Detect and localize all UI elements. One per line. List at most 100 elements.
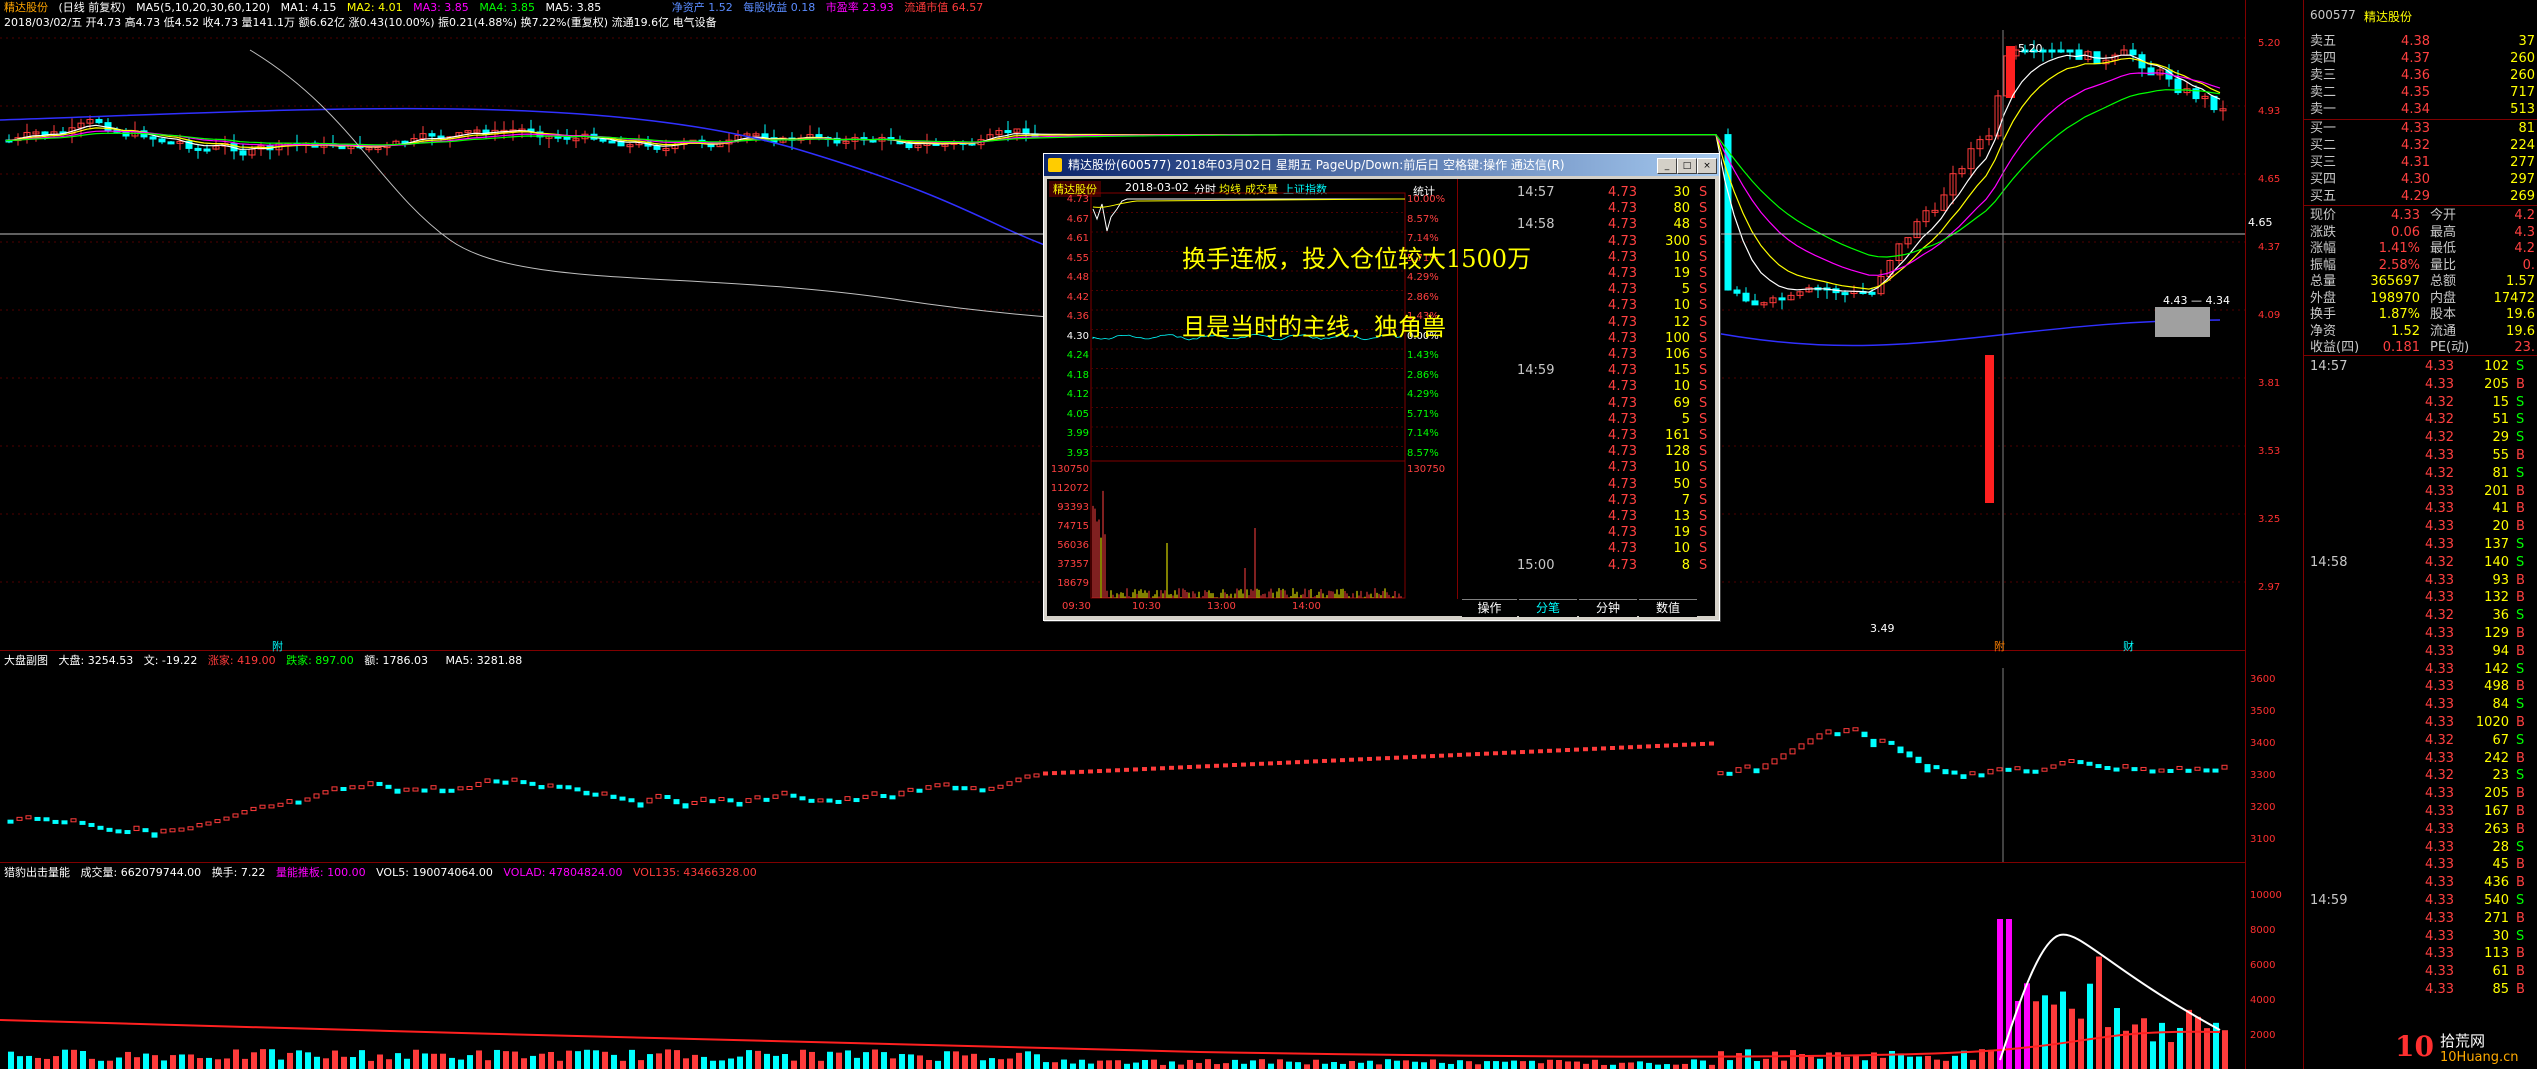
popup-tick-row: 4.73 19 S (1517, 525, 1707, 541)
tick-row[interactable]: 4.33 167 B (2304, 803, 2537, 820)
order-book-row[interactable]: 卖五 4.38 37 (2310, 33, 2535, 50)
popup-tab-minutes[interactable]: 分钟 (1579, 599, 1637, 617)
volume-chart[interactable] (0, 880, 2245, 1069)
tick-row[interactable]: 4.33 45 B (2304, 856, 2537, 873)
stock-name[interactable]: 精达股份 (4, 1, 48, 14)
tick-row[interactable]: 4.33 205 B (2304, 376, 2537, 393)
axis-tick: 3300 (2250, 770, 2276, 781)
order-book-row[interactable]: 卖四 4.37 260 (2310, 50, 2535, 67)
tick-row[interactable]: 4.33 41 B (2304, 500, 2537, 517)
tick-row[interactable]: 4.33 201 B (2304, 483, 2537, 500)
tick-row[interactable]: 4.33 242 B (2304, 750, 2537, 767)
tick-row[interactable]: 4.33 61 B (2304, 963, 2537, 980)
tick-side: B (2516, 910, 2525, 926)
close-icon[interactable]: × (1697, 158, 1717, 174)
order-book-row[interactable]: 卖一 4.34 513 (2310, 101, 2535, 118)
tick-price: 4.33 (2425, 750, 2454, 766)
tick-row[interactable]: 14:59 4.33 540 S (2304, 892, 2537, 909)
sub2-name[interactable]: 猎豹出击量能 (4, 866, 70, 879)
popup-tick-time: 15:00 (1517, 557, 1555, 573)
popup-vol-tick: 74715 (1057, 521, 1089, 532)
popup-tab-trades[interactable]: 分笔 (1519, 599, 1577, 617)
quote-label: 净资 (2310, 323, 2337, 339)
tick-row[interactable]: 4.33 1020 B (2304, 714, 2537, 731)
order-book-row[interactable]: 买一 4.33 81 (2310, 120, 2535, 137)
quote-value: 1.52 (2391, 323, 2420, 339)
popup-tab-operate[interactable]: 操作 (1462, 599, 1517, 617)
ob-price: 4.38 (2401, 34, 2430, 49)
tick-row[interactable]: 4.33 28 S (2304, 839, 2537, 856)
popup-tick-side: S (1699, 185, 1708, 200)
period-label[interactable]: (日线 前复权) (59, 1, 126, 14)
event-mark-1[interactable]: 附 (272, 638, 283, 654)
maximize-icon[interactable]: □ (1677, 158, 1697, 174)
tick-side: S (2516, 732, 2525, 748)
tick-row[interactable]: 4.32 51 S (2304, 411, 2537, 428)
tick-row[interactable]: 4.33 84 S (2304, 696, 2537, 713)
tick-row[interactable]: 4.33 85 B (2304, 981, 2537, 998)
order-book-row[interactable]: 买二 4.32 224 (2310, 137, 2535, 154)
popup-tick-vol: 10 (1673, 460, 1690, 476)
popup-tick-vol: 128 (1665, 444, 1690, 460)
quote-row: 净资 1.52 流通 19.6 (2310, 323, 2535, 340)
tick-volume: 15 (2492, 394, 2509, 410)
tick-volume: 129 (2484, 626, 2509, 641)
order-book-row[interactable]: 卖三 4.36 260 (2310, 67, 2535, 84)
minute-chart-window[interactable]: 精达股份(600577) 2018年03月02日 星期五 PageUp/Down… (1043, 153, 1720, 621)
window-titlebar[interactable]: 精达股份(600577) 2018年03月02日 星期五 PageUp/Down… (1044, 154, 1719, 176)
tick-side: B (2516, 821, 2525, 837)
order-book-row[interactable]: 买四 4.30 297 (2310, 171, 2535, 188)
popup-time-tick: 14:00 (1292, 601, 1321, 612)
tick-row[interactable]: 4.33 271 B (2304, 910, 2537, 927)
order-book-row[interactable]: 卖二 4.35 717 (2310, 84, 2535, 101)
tick-row[interactable]: 4.32 15 S (2304, 394, 2537, 411)
tick-row[interactable]: 4.33 205 B (2304, 785, 2537, 802)
sub1-index: 大盘: 3254.53 (58, 654, 134, 667)
quote-row: 收益(四) 0.181 PE(动) 23. (2310, 339, 2535, 356)
popup-tick-price: 4.73 (1608, 379, 1637, 395)
ob-label: 买一 (2310, 121, 2337, 136)
minimize-icon[interactable]: _ (1657, 158, 1677, 174)
tick-volume: 1020 (2475, 715, 2509, 730)
event-mark-2[interactable]: 附 (1994, 638, 2005, 654)
tick-row[interactable]: 4.33 498 B (2304, 678, 2537, 695)
tick-row[interactable]: 4.33 436 B (2304, 874, 2537, 891)
popup-tick-side: S (1699, 282, 1708, 298)
tick-row[interactable]: 4.33 20 B (2304, 518, 2537, 535)
axis-tick: 4.93 (2258, 106, 2281, 117)
popup-tab-values[interactable]: 数值 (1639, 599, 1697, 617)
tick-row[interactable]: 4.32 29 S (2304, 429, 2537, 446)
tick-row[interactable]: 4.32 67 S (2304, 732, 2537, 749)
tick-row[interactable]: 14:57 4.33 102 S (2304, 358, 2537, 375)
tick-row[interactable]: 4.33 142 S (2304, 661, 2537, 678)
tick-row[interactable]: 4.33 113 B (2304, 945, 2537, 962)
order-book-row[interactable]: 买五 4.29 269 (2310, 188, 2535, 205)
order-book-row[interactable]: 买三 4.31 277 (2310, 154, 2535, 171)
tick-row[interactable]: 4.32 81 S (2304, 465, 2537, 482)
tick-row[interactable]: 4.33 137 S (2304, 536, 2537, 553)
sub1-header: 大盘副图 大盘: 3254.53 文: -19.22 涨家: 419.00 跌家… (4, 654, 529, 668)
tick-row[interactable]: 4.33 30 S (2304, 928, 2537, 945)
tick-row[interactable]: 4.32 23 S (2304, 767, 2537, 784)
quote-value-2: 0. (2522, 257, 2535, 273)
tick-row[interactable]: 4.33 132 B (2304, 589, 2537, 606)
tick-row[interactable]: 4.32 36 S (2304, 607, 2537, 624)
tick-row[interactable]: 4.33 55 B (2304, 447, 2537, 464)
index-chart[interactable] (0, 668, 2245, 862)
quote-label: 涨幅 (2310, 241, 2337, 256)
tick-row[interactable]: 4.33 129 B (2304, 625, 2537, 642)
tick-row[interactable]: 14:58 4.32 140 S (2304, 554, 2537, 571)
tick-price: 4.33 (2425, 804, 2454, 819)
sub2-volad: VOLAD: 47804824.00 (503, 866, 623, 879)
quote-row: 外盘 198970 内盘 17472 (2310, 290, 2535, 307)
tick-row[interactable]: 4.33 93 B (2304, 572, 2537, 589)
watermark-logo-icon: 10 (2395, 1030, 2434, 1063)
ob-price: 4.37 (2401, 51, 2430, 66)
sub1-name[interactable]: 大盘副图 (4, 654, 48, 667)
tick-row[interactable]: 4.33 263 B (2304, 821, 2537, 838)
tick-row[interactable]: 4.33 94 B (2304, 643, 2537, 660)
tick-volume: 28 (2492, 839, 2509, 855)
popup-tick-row: 14:58 4.73 48 S (1517, 217, 1707, 233)
popup-pct-tick: 4.29% (1407, 389, 1439, 400)
event-mark-3[interactable]: 财 (2123, 638, 2134, 654)
